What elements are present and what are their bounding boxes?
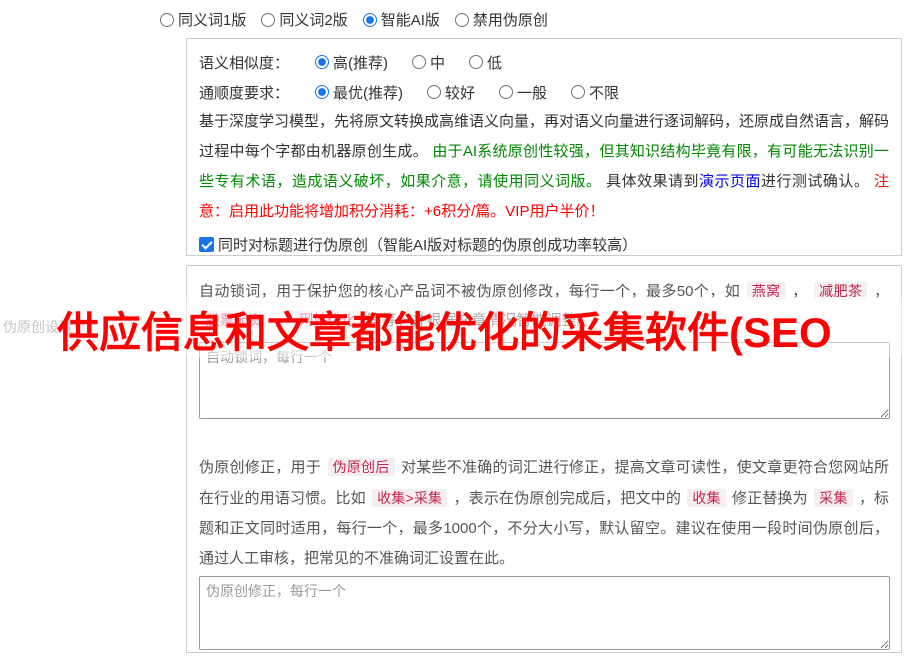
semantic-similarity-label: 语义相似度： — [199, 54, 290, 72]
radio-label: 高(推荐) — [333, 54, 389, 72]
radio-icon — [427, 85, 442, 99]
radio-synonym-v2[interactable]: 同义词2版 — [261, 9, 348, 30]
keyword-chip: 伪原创后 — [327, 458, 395, 476]
text-segment: 进行测试确认。 — [760, 173, 874, 190]
corrections-textarea[interactable] — [199, 576, 890, 650]
text-segment: 伪原创修正，用于 — [199, 459, 326, 476]
radio-smart-ai[interactable]: 智能AI版 — [362, 9, 440, 30]
corrections-description: 伪原创修正，用于 伪原创后 对某些不准确的词汇进行修正，提高文章可读性，使文章更… — [199, 452, 889, 574]
radio-disable-pseudo-original[interactable]: 禁用伪原创 — [454, 9, 548, 30]
semantic-similarity-row: 语义相似度： 高(推荐) 中 低 — [199, 47, 889, 77]
radio-label: 中 — [430, 54, 446, 72]
checkbox-label: 同时对标题进行伪原创（智能AI版对标题的伪原创成功率较高） — [218, 236, 638, 254]
title-pseudo-original-checkbox[interactable]: 同时对标题进行伪原创（智能AI版对标题的伪原创成功率较高） — [199, 230, 889, 258]
radio-icon — [160, 12, 174, 27]
radio-icon — [469, 55, 484, 69]
radio-label: 低 — [487, 54, 503, 72]
keyword-chip: 收集>采集 — [372, 489, 448, 507]
radio-fluency-normal[interactable]: 一般 — [499, 82, 547, 103]
text-segment: ，表示在伪原创完成后，把文中的 — [449, 490, 686, 507]
ai-description-paragraph: 基于深度学习模型，先将原文转换成高维语义向量，再对语义向量进行逐词解码，还原成自… — [199, 107, 889, 227]
radio-label: 同义词1版 — [178, 12, 247, 29]
radio-synonym-v1[interactable]: 同义词1版 — [160, 9, 246, 30]
radio-icon — [315, 85, 330, 99]
fluency-row: 通顺度要求： 最优(推荐) 较好 一般 不限 — [199, 77, 889, 107]
radio-icon — [571, 85, 586, 99]
radio-fluency-unlimited[interactable]: 不限 — [571, 82, 619, 103]
radio-icon — [454, 12, 469, 27]
radio-icon — [499, 85, 514, 99]
radio-label: 较好 — [445, 84, 476, 102]
radio-fluency-good[interactable]: 较好 — [427, 82, 475, 103]
radio-icon — [261, 12, 276, 27]
radio-label: 不限 — [589, 84, 620, 102]
radio-similarity-medium[interactable]: 中 — [412, 52, 445, 73]
radio-label: 最优(推荐) — [333, 84, 404, 102]
radio-icon — [315, 55, 330, 69]
checkbox-icon — [199, 236, 214, 252]
keyword-chip: 收集 — [687, 489, 726, 507]
ai-settings-panel: 语义相似度： 高(推荐) 中 低 通顺度要求： 最优(推荐) 较好 一般 不限 … — [186, 38, 902, 256]
radio-similarity-low[interactable]: 低 — [469, 52, 502, 73]
radio-icon — [362, 12, 377, 27]
watermark-text: 供应信息和文章都能优化的采集软件(SEO — [57, 309, 832, 356]
text-segment: 具体效果请到 — [601, 173, 700, 190]
keyword-chip: 采集 — [814, 489, 853, 507]
radio-label: 禁用伪原创 — [472, 12, 548, 29]
demo-page-link[interactable]: 演示页面 — [699, 173, 761, 190]
radio-label: 同义词2版 — [279, 12, 348, 29]
radio-similarity-high[interactable]: 高(推荐) — [315, 52, 388, 73]
radio-label: 智能AI版 — [380, 12, 440, 29]
radio-icon — [412, 55, 427, 69]
radio-label: 一般 — [517, 84, 548, 102]
pseudo-original-mode-group: 同义词1版 同义词2版 智能AI版 禁用伪原创 — [160, 9, 548, 30]
fluency-label: 通顺度要求： — [199, 84, 290, 102]
radio-fluency-best[interactable]: 最优(推荐) — [315, 82, 403, 103]
text-segment: 修正替换为 — [727, 490, 813, 507]
